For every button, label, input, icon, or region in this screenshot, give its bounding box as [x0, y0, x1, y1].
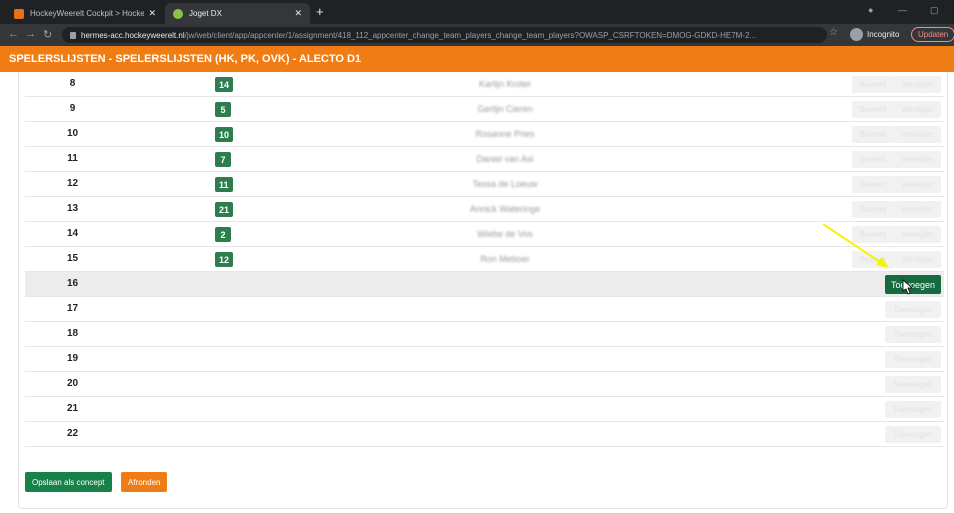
table-row: 12 11 Tessa de Loeuw Bewerk Verwijder — [25, 172, 944, 197]
edit-button[interactable]: Bewerk — [852, 126, 894, 143]
player-name: Karlijn Kroter — [478, 79, 532, 89]
row-number: 18 — [66, 328, 79, 339]
forward-icon[interactable]: → — [25, 28, 36, 40]
row-number: 20 — [66, 378, 79, 389]
table-row: 11 7 Daniel van Asi Bewerk Verwijder — [25, 147, 944, 172]
add-player-button[interactable]: Toevoegen — [885, 426, 941, 443]
edit-button[interactable]: Bewerk — [852, 201, 894, 218]
edit-button[interactable]: Bewerk — [852, 101, 894, 118]
delete-button[interactable]: Verwijder — [894, 201, 941, 218]
tab-hockeyweerelt-cockpit[interactable]: HockeyWeerelt Cockpit > Hocke ✕ — [6, 3, 164, 24]
delete-button[interactable]: Verwijder — [894, 101, 941, 118]
back-icon[interactable]: ← — [8, 28, 19, 40]
shirt-number-badge: 14 — [215, 77, 234, 92]
row-number: 15 — [66, 253, 79, 264]
edit-button[interactable]: Bewerk — [852, 176, 894, 193]
row-number: 9 — [69, 103, 76, 114]
hockeyweerelt-favicon-icon — [14, 8, 24, 19]
delete-button[interactable]: Verwijder — [894, 176, 941, 193]
add-player-button[interactable]: Toevoegen — [885, 401, 941, 418]
update-button[interactable]: Updaten — [911, 27, 954, 42]
delete-button[interactable]: Verwijder — [894, 226, 941, 243]
reload-icon[interactable]: ↻ — [43, 28, 52, 41]
table-row: 16 Toevoegen — [25, 272, 944, 297]
table-row: 17 Toevoegen — [25, 297, 944, 322]
delete-button[interactable]: Verwijder — [894, 251, 941, 268]
page-title: SPELERSLIJSTEN - SPELERSLIJSTEN (HK, PK,… — [0, 46, 954, 72]
table-row: 10 10 Rosanne Pries Bewerk Verwijder — [25, 122, 944, 147]
star-icon[interactable]: ☆ — [829, 27, 838, 38]
row-number: 19 — [66, 353, 79, 364]
player-name: Ron Meboer — [480, 254, 530, 264]
table-row: 14 2 Wiebe de Vos Bewerk Verwijder — [25, 222, 944, 247]
tab-joget-dx[interactable]: Joget DX ✕ — [165, 3, 310, 24]
add-player-button[interactable]: Toevoegen — [885, 326, 941, 343]
shirt-number-badge: 10 — [215, 127, 234, 142]
edit-button[interactable]: Bewerk — [852, 76, 894, 93]
incognito-label: Incognito — [867, 30, 900, 39]
tab-title: HockeyWeerelt Cockpit > Hocke — [30, 9, 145, 18]
row-number: 17 — [66, 303, 79, 314]
profile-dot-icon[interactable]: ● — [868, 5, 873, 15]
shirt-number-badge: 2 — [215, 227, 231, 242]
row-number: 8 — [69, 78, 76, 89]
delete-button[interactable]: Verwijder — [894, 151, 941, 168]
delete-button[interactable]: Verwijder — [894, 76, 941, 93]
table-row: 22 Toevoegen — [25, 422, 944, 447]
row-number: 12 — [66, 178, 79, 189]
delete-button[interactable]: Verwijder — [894, 126, 941, 143]
incognito-indicator[interactable]: Incognito — [850, 28, 899, 41]
row-number: 14 — [66, 228, 79, 239]
table-row: 15 12 Ron Meboer Bewerk Verwijder — [25, 247, 944, 272]
player-name: Wiebe de Vos — [477, 229, 533, 239]
player-name: Gerlijn Cieren — [477, 104, 533, 114]
table-row: 20 Toevoegen — [25, 372, 944, 397]
shirt-number-badge: 5 — [215, 102, 231, 117]
close-icon[interactable]: ✕ — [148, 8, 156, 19]
table-row: 21 Toevoegen — [25, 397, 944, 422]
row-number: 10 — [66, 128, 79, 139]
table-row: 18 Toevoegen — [25, 322, 944, 347]
player-name: Tessa de Loeuw — [472, 179, 538, 189]
url-text: hermes-acc.hockeyweerelt.nl/jw/web/clien… — [81, 30, 757, 40]
player-name: Annick Wateringe — [469, 204, 541, 214]
url-input[interactable]: hermes-acc.hockeyweerelt.nl/jw/web/clien… — [62, 27, 827, 43]
row-number: 13 — [66, 203, 79, 214]
player-name: Daniel van Asi — [476, 154, 534, 164]
joget-favicon-icon — [173, 8, 183, 19]
add-player-button[interactable]: Toevoegen — [885, 376, 941, 393]
tab-title: Joget DX — [189, 9, 222, 18]
row-number: 22 — [66, 428, 79, 439]
shirt-number-badge: 11 — [215, 177, 233, 192]
save-draft-button[interactable]: Opslaan als concept — [25, 472, 112, 492]
edit-button[interactable]: Bewerk — [852, 251, 894, 268]
table-row: 8 14 Karlijn Kroter Bewerk Verwijder — [25, 72, 944, 97]
add-player-button[interactable]: Toevoegen — [885, 351, 941, 368]
row-number: 11 — [67, 153, 78, 164]
browser-address-bar: ← → ↻ hermes-acc.hockeyweerelt.nl/jw/web… — [0, 24, 954, 46]
add-player-button[interactable]: Toevoegen — [885, 301, 941, 318]
table-row: 13 21 Annick Wateringe Bewerk Verwijder — [25, 197, 944, 222]
edit-button[interactable]: Bewerk — [852, 226, 894, 243]
shirt-number-badge: 7 — [215, 152, 231, 167]
table-row: 19 Toevoegen — [25, 347, 944, 372]
new-tab-button[interactable]: + — [316, 4, 324, 19]
browser-tab-bar: HockeyWeerelt Cockpit > Hocke ✕ Joget DX… — [0, 0, 954, 24]
edit-button[interactable]: Bewerk — [852, 151, 894, 168]
form-panel: 8 14 Karlijn Kroter Bewerk Verwijder 9 5 Gerlij… — [18, 72, 948, 509]
row-number: 16 — [66, 278, 79, 289]
add-player-button[interactable]: Toevoegen — [885, 275, 941, 294]
maximize-icon[interactable]: ▢ — [930, 5, 939, 16]
shirt-number-badge: 21 — [215, 202, 234, 217]
minimize-icon[interactable]: — — [898, 5, 907, 15]
player-name: Rosanne Pries — [475, 129, 535, 139]
table-row: 9 5 Gerlijn Cieren Bewerk Verwijder — [25, 97, 944, 122]
incognito-icon — [850, 28, 863, 41]
finish-button[interactable]: Afronden — [121, 472, 168, 492]
lock-icon — [70, 31, 76, 39]
close-icon[interactable]: ✕ — [294, 8, 302, 19]
row-number: 21 — [66, 403, 79, 414]
shirt-number-badge: 12 — [215, 252, 234, 267]
